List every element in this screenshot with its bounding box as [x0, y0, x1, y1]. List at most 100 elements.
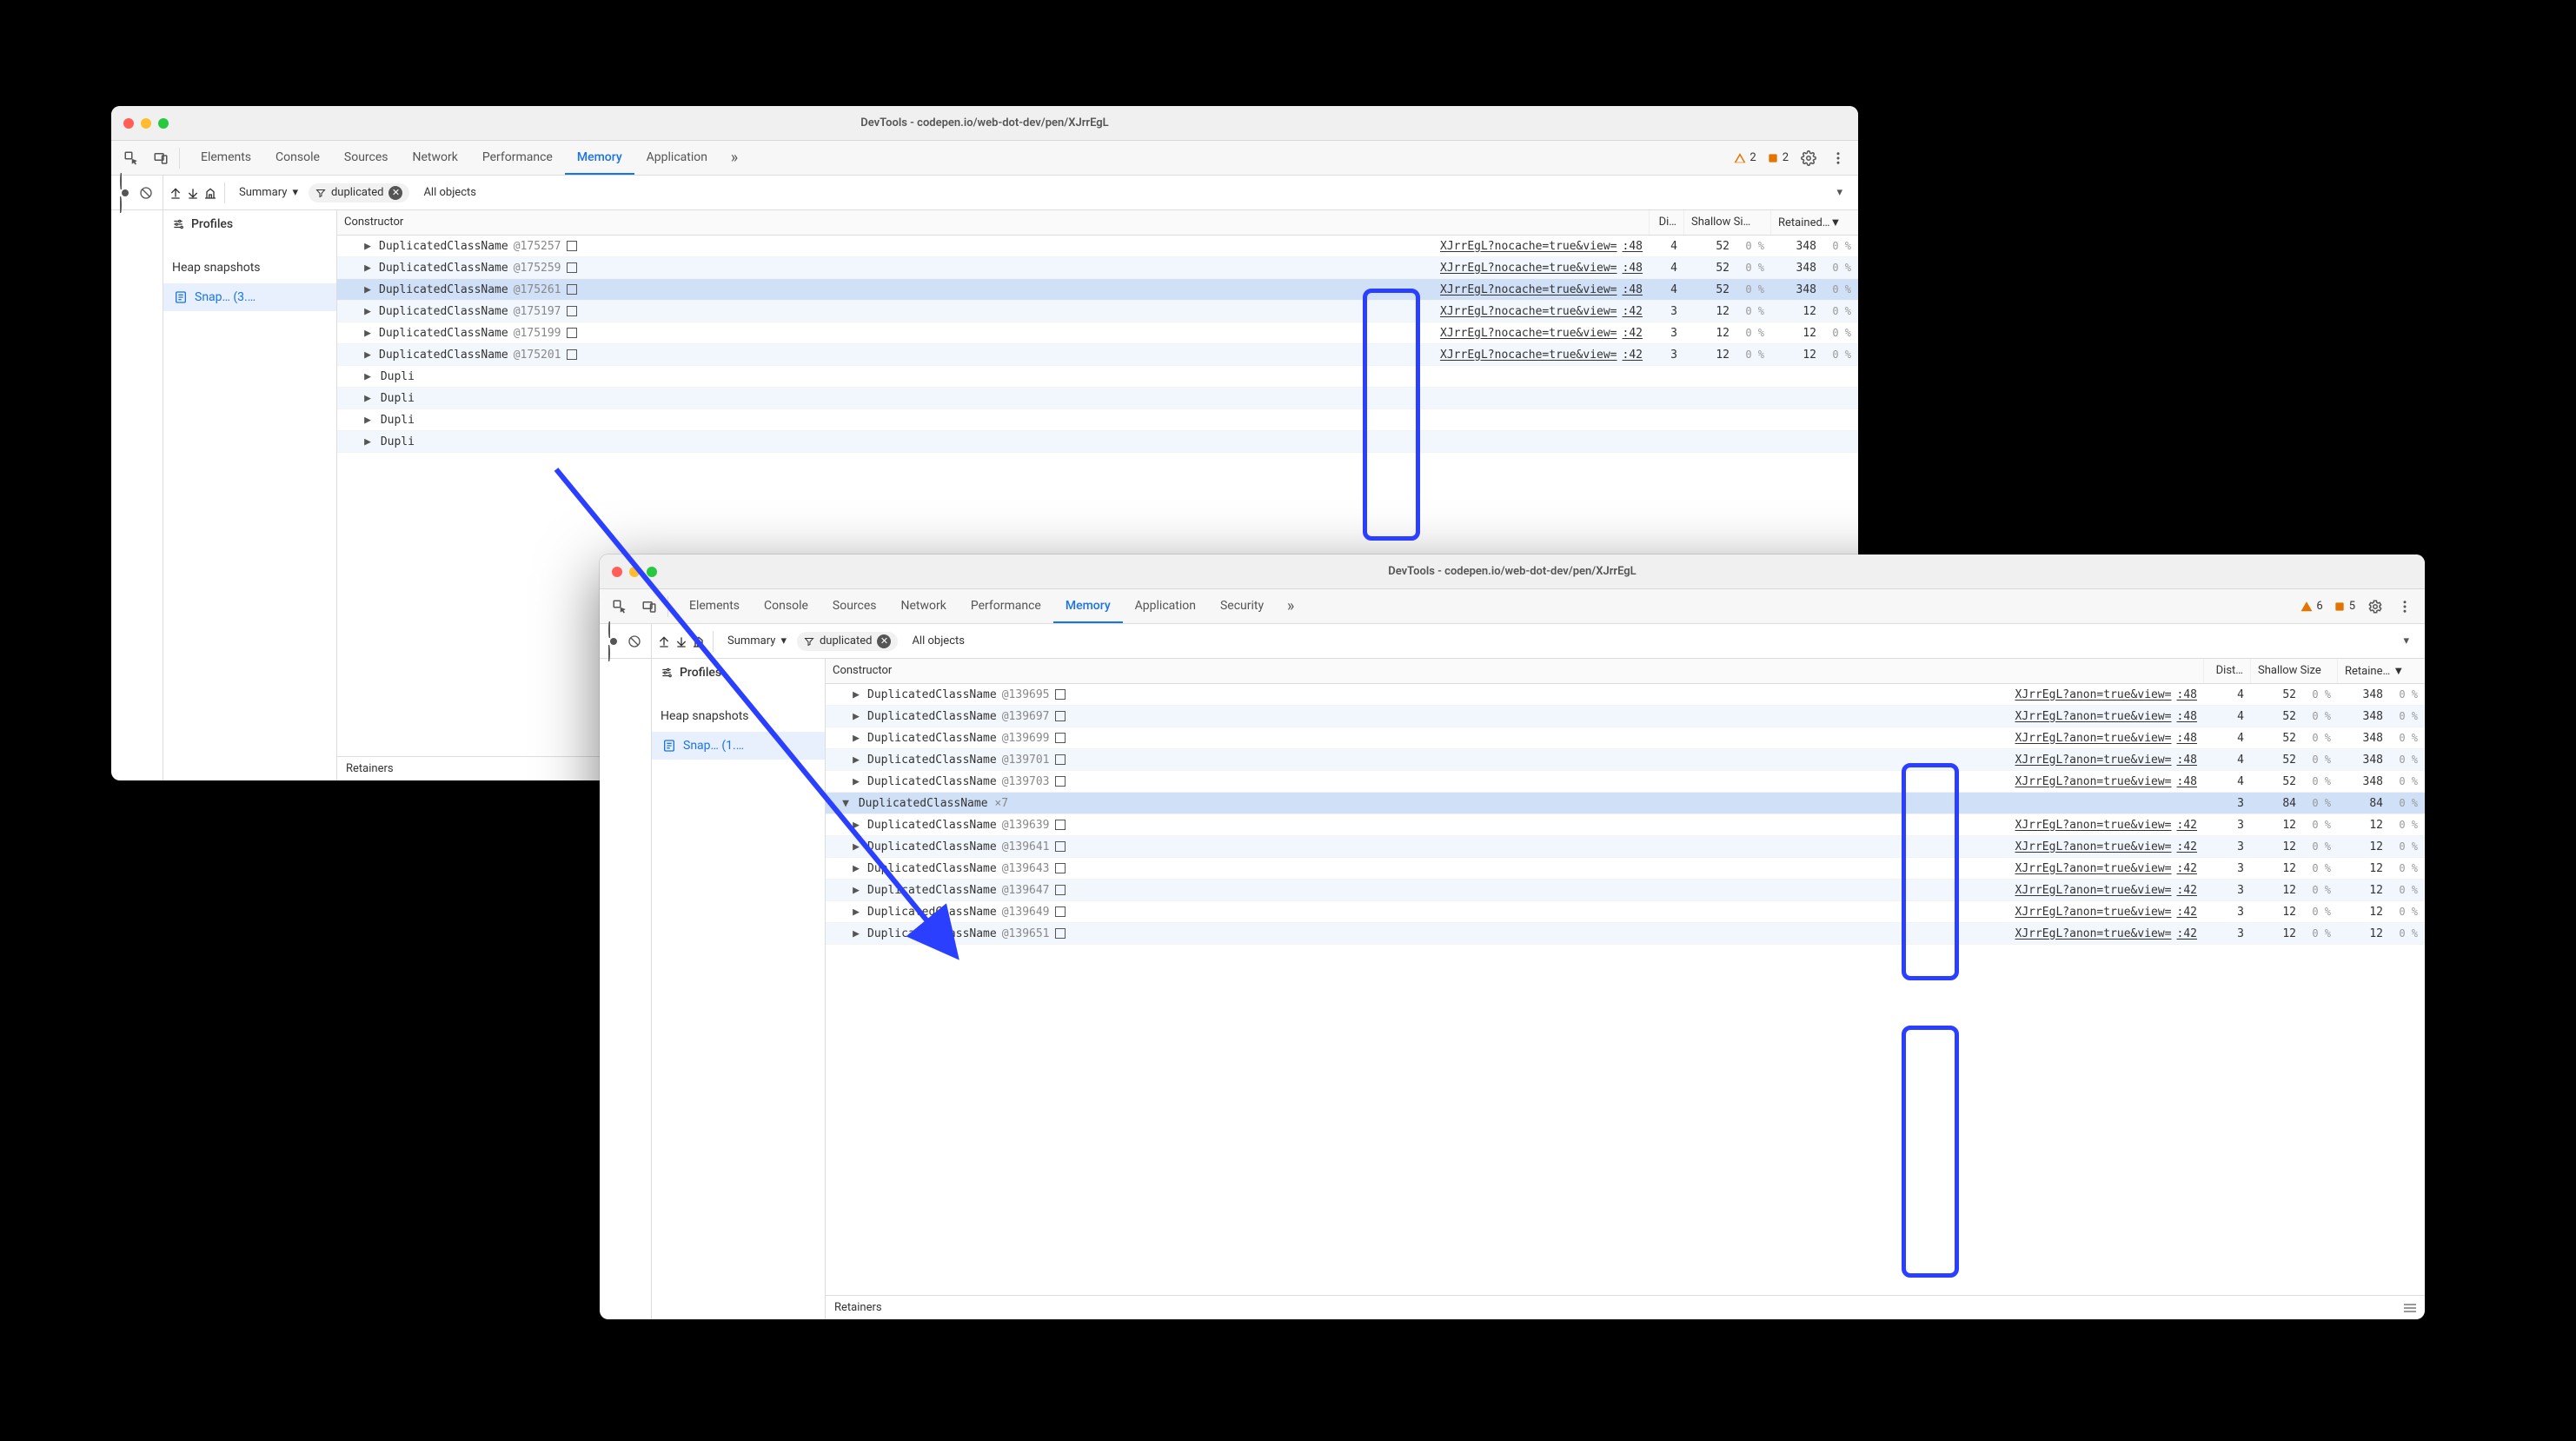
tab-performance[interactable]: Performance: [470, 141, 565, 175]
heap-object-row[interactable]: ▶ DuplicatedClassName @175201XJrrEgL?noc…: [337, 344, 1858, 366]
view-mode-select[interactable]: Summary ▾: [232, 183, 305, 203]
heap-object-row[interactable]: ▶ DuplicatedClassName @175197XJrrEgL?noc…: [337, 301, 1858, 322]
heap-object-row[interactable]: ▶ DuplicatedClassName @139703XJrrEgL?ano…: [826, 771, 2425, 793]
col-distance[interactable]: Dist…: [2204, 659, 2251, 683]
grip-icon[interactable]: [2404, 1304, 2416, 1312]
upload-icon[interactable]: [657, 634, 671, 648]
source-link[interactable]: XJrrEgL?anon=true&view=: [2015, 906, 2172, 919]
view-mode-select[interactable]: Summary ▾: [720, 631, 793, 651]
tab-memory[interactable]: Memory: [565, 141, 634, 175]
heap-object-row[interactable]: ▶ DuplicatedClassName @175261XJrrEgL?noc…: [337, 279, 1858, 301]
warnings-badge[interactable]: 6: [2300, 600, 2322, 613]
heap-object-row[interactable]: ▶ Dupli: [337, 366, 1858, 388]
col-constructor[interactable]: Constructor: [337, 210, 1650, 235]
titlebar[interactable]: DevTools - codepen.io/web-dot-dev/pen/XJ…: [111, 106, 1858, 141]
tab-console[interactable]: Console: [263, 141, 332, 175]
tab-application[interactable]: Application: [1123, 589, 1208, 623]
warnings-badge[interactable]: 2: [1734, 151, 1756, 164]
clear-icon[interactable]: [627, 634, 641, 648]
close-button[interactable]: [123, 118, 134, 129]
heap-object-row[interactable]: ▶ DuplicatedClassName @139695XJrrEgL?ano…: [826, 684, 2425, 706]
snapshot-item[interactable]: Snap… (3.…: [163, 283, 336, 311]
close-button[interactable]: [612, 567, 622, 577]
heap-object-row[interactable]: ▶ DuplicatedClassName @139699XJrrEgL?ano…: [826, 727, 2425, 749]
tab-elements[interactable]: Elements: [677, 589, 752, 623]
tab-sources[interactable]: Sources: [332, 141, 401, 175]
kebab-menu-icon[interactable]: [2390, 592, 2420, 621]
clear-filter-icon[interactable]: ✕: [877, 634, 891, 648]
heap-object-row[interactable]: ▶ DuplicatedClassName @139639XJrrEgL?ano…: [826, 814, 2425, 836]
tab-performance[interactable]: Performance: [959, 589, 1053, 623]
titlebar[interactable]: DevTools - codepen.io/web-dot-dev/pen/XJ…: [600, 554, 2425, 589]
source-link[interactable]: XJrrEgL?anon=true&view=: [2015, 775, 2172, 788]
class-filter-chip[interactable]: duplicated ✕: [797, 632, 898, 651]
tab-elements[interactable]: Elements: [189, 141, 263, 175]
heap-object-row[interactable]: ▶ DuplicatedClassName @175199XJrrEgL?noc…: [337, 322, 1858, 344]
heap-object-row[interactable]: ▶ DuplicatedClassName @139649XJrrEgL?ano…: [826, 901, 2425, 923]
gc-icon[interactable]: [692, 634, 706, 648]
source-link[interactable]: XJrrEgL?anon=true&view=: [2015, 688, 2172, 701]
source-link[interactable]: XJrrEgL?anon=true&view=: [2015, 840, 2172, 853]
retainers-panel-header[interactable]: Retainers: [826, 1295, 2425, 1319]
gc-icon[interactable]: [203, 186, 217, 200]
source-link[interactable]: XJrrEgL?nocache=true&view=: [1440, 262, 1617, 275]
tab-application[interactable]: Application: [634, 141, 720, 175]
minimize-button[interactable]: [629, 567, 640, 577]
record-icon[interactable]: [120, 175, 130, 211]
snapshot-item[interactable]: Snap… (1.…: [652, 732, 825, 760]
col-retained[interactable]: Retaine… ▼: [2338, 659, 2425, 683]
heap-object-row[interactable]: ▶ DuplicatedClassName @139701XJrrEgL?ano…: [826, 749, 2425, 771]
more-tabs-icon[interactable]: »: [1276, 592, 1305, 621]
upload-icon[interactable]: [169, 186, 183, 200]
col-constructor[interactable]: Constructor: [826, 659, 2204, 683]
heap-group-row[interactable]: ▼ DuplicatedClassName ×73840 %840 %: [826, 793, 2425, 814]
download-icon[interactable]: [186, 186, 200, 200]
more-tabs-icon[interactable]: »: [720, 143, 749, 173]
source-link[interactable]: XJrrEgL?anon=true&view=: [2015, 927, 2172, 940]
tab-network[interactable]: Network: [889, 589, 959, 623]
chevron-down-icon[interactable]: ▾: [2403, 634, 2420, 647]
chevron-down-icon[interactable]: ▾: [1836, 186, 1853, 199]
issues-badge[interactable]: 5: [2334, 600, 2355, 613]
maximize-button[interactable]: [647, 567, 657, 577]
col-distance[interactable]: Di…: [1650, 210, 1684, 235]
source-link[interactable]: XJrrEgL?anon=true&view=: [2015, 710, 2172, 723]
heap-object-row[interactable]: ▶ Dupli: [337, 431, 1858, 453]
source-link[interactable]: XJrrEgL?anon=true&view=: [2015, 819, 2172, 832]
minimize-button[interactable]: [141, 118, 151, 129]
source-link[interactable]: XJrrEgL?anon=true&view=: [2015, 754, 2172, 767]
col-shallow[interactable]: Shallow Si…: [1684, 210, 1771, 235]
objects-filter-select[interactable]: All objects: [905, 631, 972, 651]
source-link[interactable]: XJrrEgL?nocache=true&view=: [1440, 305, 1617, 318]
tab-sources[interactable]: Sources: [820, 589, 889, 623]
heap-object-row[interactable]: ▶ DuplicatedClassName @175259XJrrEgL?noc…: [337, 257, 1858, 279]
inspect-element-icon[interactable]: [605, 592, 634, 621]
clear-icon[interactable]: [139, 186, 153, 200]
inspect-element-icon[interactable]: [116, 143, 146, 173]
heap-object-row[interactable]: ▶ Dupli: [337, 409, 1858, 431]
source-link[interactable]: XJrrEgL?nocache=true&view=: [1440, 283, 1617, 296]
heap-object-row[interactable]: ▶ DuplicatedClassName @139641XJrrEgL?ano…: [826, 836, 2425, 858]
heap-object-row[interactable]: ▶ DuplicatedClassName @139647XJrrEgL?ano…: [826, 880, 2425, 901]
clear-filter-icon[interactable]: ✕: [388, 186, 402, 200]
source-link[interactable]: XJrrEgL?nocache=true&view=: [1440, 327, 1617, 340]
source-link[interactable]: XJrrEgL?anon=true&view=: [2015, 862, 2172, 875]
maximize-button[interactable]: [158, 118, 169, 129]
settings-icon[interactable]: [1794, 143, 1823, 173]
tab-security[interactable]: Security: [1208, 589, 1276, 623]
tab-memory[interactable]: Memory: [1053, 589, 1123, 623]
col-shallow[interactable]: Shallow Size: [2251, 659, 2338, 683]
download-icon[interactable]: [674, 634, 688, 648]
record-icon[interactable]: [608, 623, 619, 660]
heap-object-row[interactable]: ▶ Dupli: [337, 388, 1858, 409]
kebab-menu-icon[interactable]: [1823, 143, 1853, 173]
tab-console[interactable]: Console: [752, 589, 820, 623]
tab-network[interactable]: Network: [401, 141, 470, 175]
heap-object-row[interactable]: ▶ DuplicatedClassName @139643XJrrEgL?ano…: [826, 858, 2425, 880]
issues-badge[interactable]: 2: [1767, 151, 1789, 164]
source-link[interactable]: XJrrEgL?nocache=true&view=: [1440, 349, 1617, 362]
heap-object-row[interactable]: ▶ DuplicatedClassName @175257XJrrEgL?noc…: [337, 236, 1858, 257]
heap-object-row[interactable]: ▶ DuplicatedClassName @139651XJrrEgL?ano…: [826, 923, 2425, 945]
col-retained[interactable]: Retained…▼: [1771, 210, 1858, 235]
class-filter-chip[interactable]: duplicated ✕: [309, 183, 409, 203]
